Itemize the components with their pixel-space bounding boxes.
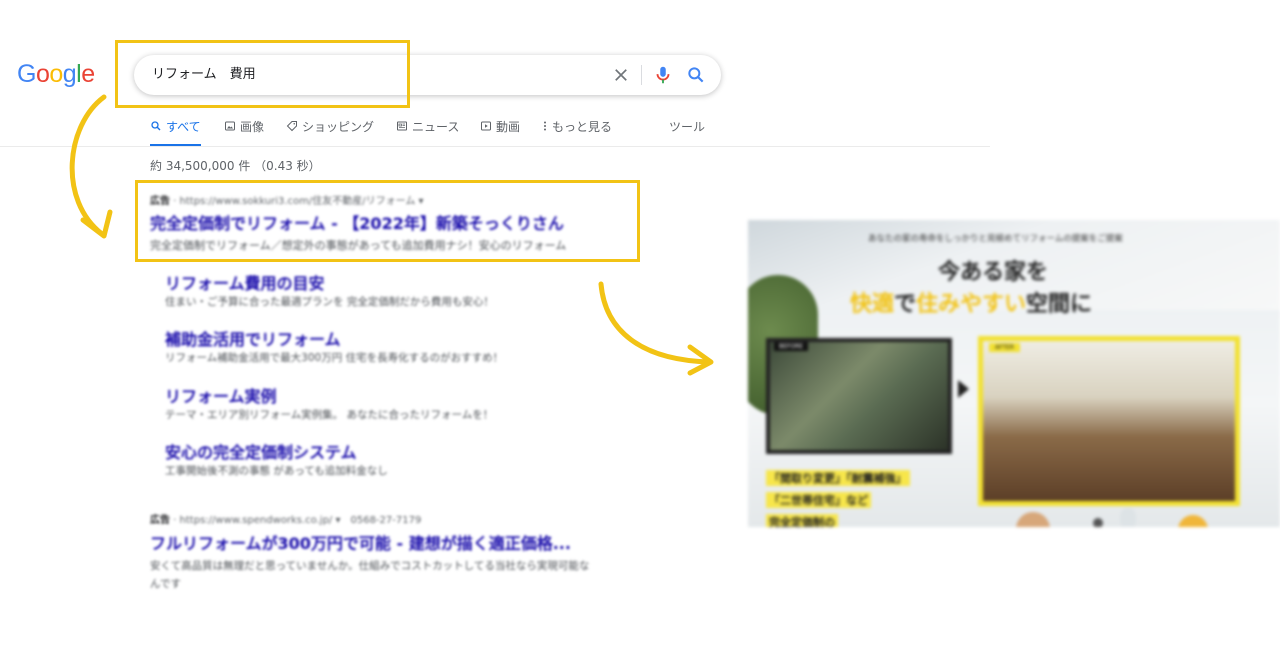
ad-url[interactable]: · https://www.spendworks.co.jp/ ▾ 0568-2… (173, 515, 421, 526)
ad-description: 完全定価制でリフォーム／想定外の事態があっても追加費用ナシ！安心のリフォーム (150, 239, 567, 252)
banner-tag: 「間取り変更」「耐震補強」 (766, 470, 910, 486)
ad-label: 広告 (150, 196, 170, 207)
after-photo: AFTER (978, 336, 1240, 506)
search-box[interactable]: リフォーム 費用 (134, 55, 721, 95)
tag-icon (286, 121, 297, 132)
ad-title[interactable]: フルリフォームが300万円で可能 - 建想が描く適正価格... (150, 530, 571, 554)
banner-headline-text: 空間に (1026, 292, 1093, 317)
search-input[interactable]: リフォーム 費用 (152, 55, 256, 95)
sitelink-title[interactable]: 補助金活用でリフォーム (165, 326, 341, 350)
decoration-circle (1178, 515, 1208, 527)
banner-subtitle: あなたの家の寿命をしっかりと見極めてリフォームの提案をご提案 (868, 234, 1123, 244)
ad-url-line: 広告 · https://www.spendworks.co.jp/ ▾ 056… (150, 511, 421, 526)
sitelink-desc: テーマ・エリア別リフォーム実例集。 あなたに合ったリフォームを！ (165, 409, 494, 421)
banner-ad-image[interactable]: あなたの家の寿命をしっかりと見極めてリフォームの提案をご提案 今ある家を 快適で… (748, 220, 1280, 527)
tab-label: 動画 (496, 120, 521, 134)
logo-letter: e (81, 60, 95, 88)
tab-label: ツール (669, 120, 706, 134)
sitelink-title[interactable]: 安心の完全定価制システム (165, 439, 357, 463)
ad-label: 広告 (150, 515, 170, 526)
more-vert-icon (544, 121, 546, 131)
tab-label: もっと見る (552, 120, 613, 134)
sitelink-desc: 工事開始後不測の事態 があっても追加料金なし (165, 465, 388, 477)
before-label: BEFORE (774, 342, 809, 351)
sitelink-desc: リフォーム補助金活用で最大300万円 住宅を長寿化するのがおすすめ！ (165, 352, 504, 364)
tab-label: すべて (166, 120, 201, 134)
tab-shopping[interactable]: ショッピング (286, 118, 374, 146)
banner-headline-2: 快適で住みやすい空間に (850, 286, 1092, 318)
banner-headline-highlight: 快適 (850, 292, 895, 317)
ad-description: んです (150, 578, 181, 590)
ad-title[interactable]: 完全定価制でリフォーム - 【2022年】新築そっくりさん (150, 210, 564, 234)
decoration-dot (1093, 518, 1103, 527)
decoration-figure (1120, 508, 1136, 527)
play-icon (481, 121, 491, 131)
logo-letter: G (17, 60, 36, 88)
curved-arrow-icon (598, 281, 714, 376)
result-stats: 約 34,500,000 件 （0.43 秒） (150, 159, 321, 173)
tab-more[interactable]: もっと見る (542, 118, 612, 146)
banner-headline-text: で (894, 292, 917, 317)
banner-tag: 「二世帯住宅」など (766, 492, 871, 508)
logo-letter: o (49, 60, 63, 88)
tab-label: ニュース (412, 120, 460, 134)
image-icon (225, 121, 235, 131)
before-photo: BEFORE (766, 338, 952, 454)
google-logo[interactable]: Google (17, 60, 95, 89)
tab-videos[interactable]: 動画 (480, 118, 520, 146)
ad-url[interactable]: · https://www.sokkuri3.com/住友不動産/リフォーム ▾ (173, 196, 423, 207)
banner-headline: 今ある家を (938, 260, 1049, 285)
after-label: AFTER (989, 343, 1021, 352)
banner-tag: 完全定価制の (766, 514, 838, 527)
news-icon (397, 121, 407, 131)
tab-label: 画像 (240, 120, 265, 134)
sitelink-title[interactable]: リフォーム実例 (165, 383, 277, 407)
sitelink-title[interactable]: リフォーム費用の目安 (165, 270, 325, 294)
arrow-right-icon (958, 380, 969, 398)
tab-tools[interactable]: ツール (669, 118, 705, 146)
curved-arrow-icon (69, 94, 113, 239)
search-icon (151, 121, 161, 131)
tab-all[interactable]: すべて (150, 118, 201, 147)
ad-url-line: 広告 · https://www.sokkuri3.com/住友不動産/リフォー… (150, 192, 424, 207)
tabs-divider (0, 146, 990, 147)
sitelink-desc: 住まい・ご予算に合った最適プランを 完全定価制だから費用も安心！ (165, 296, 494, 308)
ad-description: 安くて高品質は無理だと思っていませんか。仕組みでコストカットしてる当社なら実現可… (150, 560, 590, 572)
search-icon[interactable] (686, 65, 706, 85)
tab-images[interactable]: 画像 (224, 118, 264, 146)
logo-letter: g (62, 60, 77, 88)
tab-news[interactable]: ニュース (396, 118, 459, 146)
person-illustration (1016, 512, 1050, 527)
tab-label: ショッピング (302, 120, 375, 134)
clear-icon[interactable] (612, 66, 630, 84)
logo-letter: o (35, 60, 50, 88)
search-divider (641, 65, 642, 85)
mic-icon[interactable] (652, 64, 674, 86)
banner-headline-highlight: 住みやすい (916, 292, 1027, 317)
